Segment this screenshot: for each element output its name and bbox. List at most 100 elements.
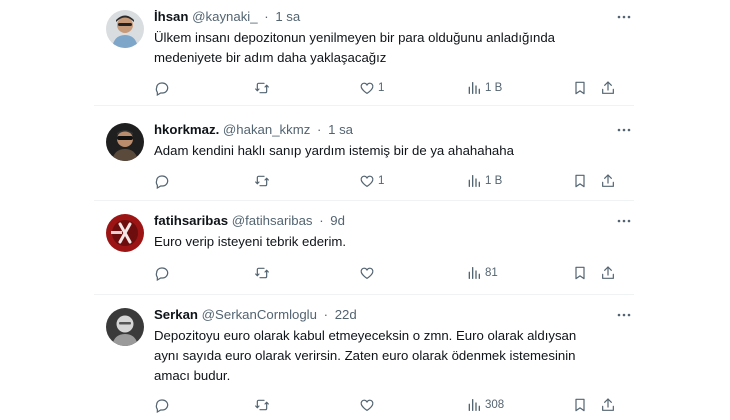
like-icon (360, 267, 374, 280)
retweet-button[interactable] (254, 264, 270, 282)
tweet-text: Adam kendini haklı sanıp yardım istemiş … (154, 141, 624, 161)
like-icon (360, 82, 374, 95)
bookmark-icon (575, 81, 585, 95)
tweet-text-line: Ülkem insanı depozitonun yenilmeyen bir … (154, 30, 556, 45)
avatar[interactable] (106, 214, 144, 252)
more-icon[interactable] (616, 10, 632, 24)
tweet-header: hkorkmaz. @hakan_kkmz · 1 sa (154, 121, 353, 139)
tweet-actions: 1 1 B (154, 172, 622, 190)
tweet-text-line: Adam kendini haklı sanıp yardım istemiş … (154, 143, 514, 158)
share-button[interactable] (600, 396, 616, 414)
reply-icon (155, 399, 169, 413)
share-button[interactable] (600, 264, 616, 282)
view-count: 1 B (485, 175, 503, 187)
tweet-header: fatihsaribas @fatihsaribas · 9d (154, 212, 345, 230)
bookmark-icon (575, 174, 585, 188)
views-icon (468, 267, 480, 279)
share-button[interactable] (600, 79, 616, 97)
tweet-text: Ülkem insanı depozitonun yenilmeyen bir … (154, 28, 624, 68)
view-count: 81 (485, 267, 498, 279)
reply-button[interactable] (154, 172, 170, 190)
author-handle[interactable]: @hakan_kkmz (223, 122, 310, 137)
tweet-actions: 81 (154, 264, 622, 282)
tweet-text-line: medeniyete bir adım daha yaklaşacağız (154, 50, 387, 65)
views-button[interactable]: 308 (466, 396, 504, 414)
avatar[interactable] (106, 10, 144, 48)
avatar[interactable] (106, 308, 144, 346)
share-icon (602, 266, 614, 279)
share-button[interactable] (600, 172, 616, 190)
author-name[interactable]: fatihsaribas (154, 213, 228, 228)
bookmark-button[interactable] (572, 396, 588, 414)
author-name[interactable]: hkorkmaz. (154, 122, 219, 137)
tweet-actions: 308 (154, 396, 622, 414)
more-icon[interactable] (616, 123, 632, 137)
view-count: 1 B (485, 82, 503, 94)
author-handle[interactable]: @fatihsaribas (232, 213, 313, 228)
reply-button[interactable] (154, 396, 170, 414)
share-icon (602, 398, 614, 411)
author-name[interactable]: İhsan (154, 9, 188, 24)
tweet-text: Depozitoyu euro olarak kabul etmeyeceksi… (154, 326, 624, 386)
reply-icon (155, 175, 169, 189)
tweet-text-line: Depozitoyu euro olarak kabul etmeyeceksi… (154, 328, 577, 343)
views-button[interactable]: 1 B (466, 79, 502, 97)
like-button[interactable]: 1 (359, 79, 384, 97)
bookmark-button[interactable] (572, 264, 588, 282)
separator: · (317, 122, 322, 137)
separator: · (323, 307, 329, 322)
retweet-button[interactable] (254, 79, 270, 97)
separator: · (319, 213, 324, 228)
like-button[interactable] (359, 264, 378, 282)
author-handle[interactable]: @SerkanCormloglu (202, 307, 317, 322)
tweet-text-line: aynı sayıda euro olarak verirsin. Zaten … (154, 348, 576, 363)
retweet-icon (255, 175, 269, 187)
tweet-actions: 1 1 B (154, 79, 622, 97)
timestamp[interactable]: 9d (330, 213, 345, 228)
tweet-text-line: amacı budur. (154, 368, 231, 383)
divider (94, 105, 634, 106)
retweet-icon (255, 82, 269, 94)
like-count: 1 (378, 82, 385, 94)
like-button[interactable] (359, 396, 378, 414)
tweet-text: Euro verip isteyeni tebrik ederim. (154, 232, 624, 252)
bookmark-icon (575, 398, 585, 412)
reply-button[interactable] (154, 79, 170, 97)
bookmark-icon (575, 266, 585, 280)
reply-button[interactable] (154, 264, 170, 282)
like-icon (360, 399, 374, 412)
more-icon[interactable] (616, 308, 632, 322)
tweet[interactable]: hkorkmaz. @hakan_kkmz · 1 sa Adam kendin… (94, 121, 634, 193)
tweet[interactable]: fatihsaribas @fatihsaribas · 9d Euro ver… (94, 212, 634, 284)
author-name[interactable]: Serkan (154, 307, 198, 322)
avatar[interactable] (106, 123, 144, 161)
views-button[interactable]: 81 (466, 264, 498, 282)
reply-icon (155, 82, 169, 96)
views-icon (468, 399, 480, 411)
like-icon (360, 175, 374, 188)
views-icon (468, 175, 480, 187)
like-button[interactable]: 1 (359, 172, 384, 190)
views-icon (468, 82, 480, 94)
more-icon[interactable] (616, 214, 632, 228)
view-count: 308 (485, 399, 505, 411)
retweet-button[interactable] (254, 172, 270, 190)
separator: · (264, 9, 269, 24)
bookmark-button[interactable] (572, 172, 588, 190)
views-button[interactable]: 1 B (466, 172, 502, 190)
timestamp[interactable]: 1 sa (275, 9, 300, 24)
tweet-text-line: Euro verip isteyeni tebrik ederim. (154, 234, 347, 249)
retweet-button[interactable] (254, 396, 270, 414)
tweet[interactable]: Serkan @SerkanCormloglu · 22d Depozitoyu… (94, 306, 634, 418)
share-icon (602, 174, 614, 187)
timestamp[interactable]: 22d (335, 307, 357, 322)
bookmark-button[interactable] (572, 79, 588, 97)
tweet[interactable]: İhsan @kaynaki_ · 1 sa Ülkem insanı depo… (94, 8, 634, 100)
tweet-header: Serkan @SerkanCormloglu · 22d (154, 306, 357, 324)
tweet-header: İhsan @kaynaki_ · 1 sa (154, 8, 300, 26)
share-icon (602, 81, 614, 94)
divider (94, 200, 634, 201)
author-handle[interactable]: @kaynaki_ (192, 9, 257, 24)
timestamp[interactable]: 1 sa (328, 122, 353, 137)
retweet-icon (255, 267, 269, 279)
